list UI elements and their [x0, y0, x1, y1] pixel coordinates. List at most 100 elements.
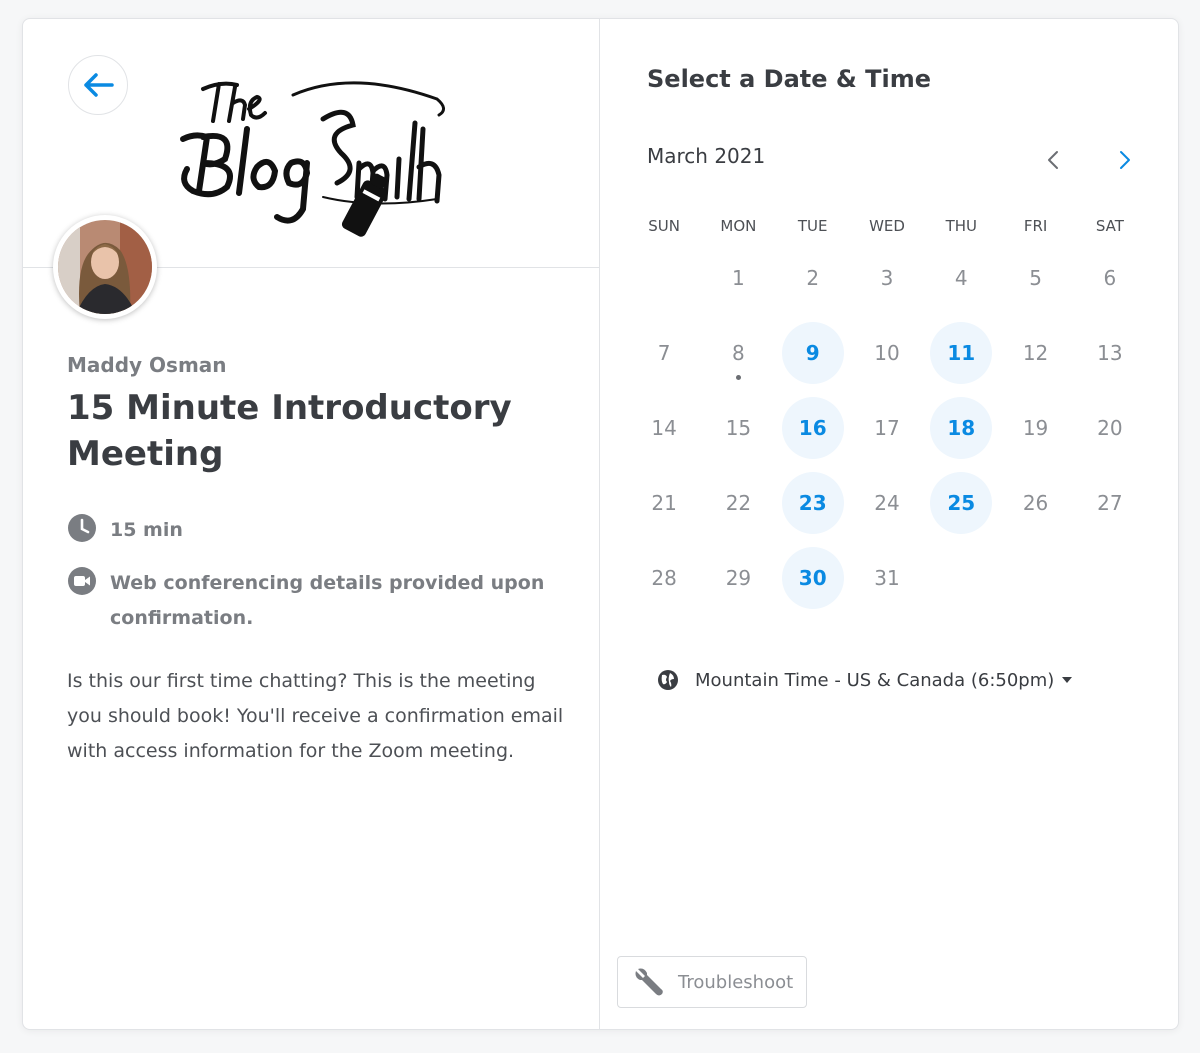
- day-number: 24: [874, 491, 900, 515]
- day-number: 30: [781, 547, 844, 609]
- available-day-button[interactable]: 18: [924, 395, 998, 461]
- calendar-day: 26: [998, 470, 1072, 536]
- day-number: 14: [651, 416, 677, 440]
- host-name: Maddy Osman: [67, 353, 227, 377]
- day-number: 15: [725, 416, 752, 440]
- calendar-day: 21: [627, 470, 701, 536]
- day-number: 25: [930, 472, 993, 534]
- day-number: 7: [657, 341, 671, 365]
- calendar-day: 19: [998, 395, 1072, 461]
- booking-card: Maddy Osman 15 Minute Introductory Meeti…: [22, 18, 1179, 1030]
- event-description: Is this our first time chatting? This is…: [67, 670, 564, 762]
- calendar-day: 12: [998, 320, 1072, 386]
- calendar-day: 20: [1073, 395, 1147, 461]
- duration-text: 15 min: [110, 519, 183, 541]
- day-number: 29: [725, 566, 752, 590]
- calendar-week: 21 22 23 24 25 26 27: [627, 470, 1147, 536]
- day-number: 4: [954, 266, 968, 290]
- video-camera-icon: [68, 567, 96, 595]
- day-number: 21: [651, 491, 677, 515]
- caret-down-icon: [1062, 677, 1073, 683]
- calendar-week: 7 8 9 10 11 12 13: [627, 320, 1147, 386]
- day-number: 1: [732, 266, 745, 290]
- timezone-selector[interactable]: Mountain Time - US & Canada (6:50pm): [657, 669, 1073, 691]
- calendar-day: 17: [850, 395, 924, 461]
- next-month-button[interactable]: [1108, 143, 1142, 177]
- calendar-day: 3: [850, 245, 924, 311]
- day-number: 11: [930, 322, 993, 384]
- calendar-day: 7: [627, 320, 701, 386]
- day-number: 31: [874, 566, 900, 590]
- calendar-day: 31: [850, 545, 924, 611]
- calendar-day: 22: [701, 470, 775, 536]
- calendar-day: 28: [627, 545, 701, 611]
- day-number: 12: [1022, 341, 1049, 365]
- weekday-header: SUN MON TUE WED THU FRI SAT: [627, 217, 1147, 235]
- day-number: 20: [1097, 416, 1123, 440]
- globe-icon: [658, 670, 678, 690]
- day-number: 16: [781, 397, 844, 459]
- event-details-panel: Maddy Osman 15 Minute Introductory Meeti…: [23, 19, 600, 1029]
- day-number: 13: [1097, 341, 1123, 365]
- day-number: 23: [781, 472, 844, 534]
- empty-day: [1073, 545, 1147, 611]
- calendar-day: 2: [776, 245, 850, 311]
- calendar-day: 27: [1073, 470, 1147, 536]
- day-number: 18: [930, 397, 993, 459]
- conferencing-text: Web conferencing details provided upon c…: [110, 572, 545, 629]
- troubleshoot-button[interactable]: Troubleshoot: [617, 956, 807, 1008]
- available-day-button[interactable]: 30: [776, 545, 850, 611]
- weekday-label: FRI: [1023, 217, 1048, 235]
- weekday-label: SUN: [648, 217, 680, 235]
- available-day-button[interactable]: 23: [776, 470, 850, 536]
- prev-month-button[interactable]: [1036, 143, 1070, 177]
- day-number: 5: [1029, 266, 1042, 290]
- calendar-day: 14: [627, 395, 701, 461]
- event-title: 15 Minute Introductory Meeting: [67, 388, 512, 474]
- available-day-button[interactable]: 25: [924, 470, 998, 536]
- day-number: 3: [880, 266, 894, 290]
- clock-icon: [68, 514, 96, 542]
- calendar-week: 1 2 3 4 5 6: [627, 245, 1147, 311]
- day-number: 26: [1022, 491, 1049, 515]
- calendar-day: 6: [1073, 245, 1147, 311]
- arrow-left-icon: [84, 73, 114, 97]
- today-indicator: [736, 375, 742, 380]
- day-number: 2: [806, 266, 820, 290]
- day-number: 19: [1022, 416, 1049, 440]
- month-label: March 2021: [647, 144, 766, 168]
- calendar-week: 28 29 30 31: [627, 545, 1147, 611]
- day-number: 9: [781, 322, 844, 384]
- troubleshoot-label: Troubleshoot: [678, 971, 794, 993]
- avatar: [53, 215, 157, 319]
- calendar-day: 1: [701, 245, 775, 311]
- calendar-day: 10: [850, 320, 924, 386]
- calendar-day: 29: [701, 545, 775, 611]
- available-day-button[interactable]: 11: [924, 320, 998, 386]
- weekday-label: WED: [869, 217, 905, 235]
- calendar-day: 4: [924, 245, 998, 311]
- wrench-icon: [635, 968, 663, 996]
- day-number: 10: [874, 341, 900, 365]
- host-photo: [58, 220, 152, 314]
- weekday-label: MON: [720, 217, 757, 235]
- day-number: 28: [651, 566, 677, 590]
- day-number: 6: [1103, 266, 1117, 290]
- back-button[interactable]: [68, 55, 128, 115]
- calendar-panel: Select a Date & Time March 2021 SUN MON …: [600, 19, 1178, 1029]
- available-day-button[interactable]: 16: [776, 395, 850, 461]
- calendar-day: 24: [850, 470, 924, 536]
- day-number: 8: [732, 341, 745, 365]
- day-number: 17: [874, 416, 900, 440]
- duration-row: 15 min: [67, 513, 183, 548]
- calendar-day: 5: [998, 245, 1072, 311]
- calendar-day: 8: [701, 320, 775, 386]
- calendar-week: 14 15 16 17 18 19 20: [627, 395, 1147, 461]
- timezone-label: Mountain Time - US & Canada (6:50pm): [695, 669, 1055, 691]
- weekday-label: TUE: [797, 217, 828, 235]
- available-day-button[interactable]: 9: [776, 320, 850, 386]
- select-date-heading: Select a Date & Time: [647, 65, 932, 93]
- weekday-label: THU: [945, 217, 977, 235]
- empty-day: [924, 545, 998, 611]
- conferencing-row: Web conferencing details provided upon c…: [67, 566, 547, 636]
